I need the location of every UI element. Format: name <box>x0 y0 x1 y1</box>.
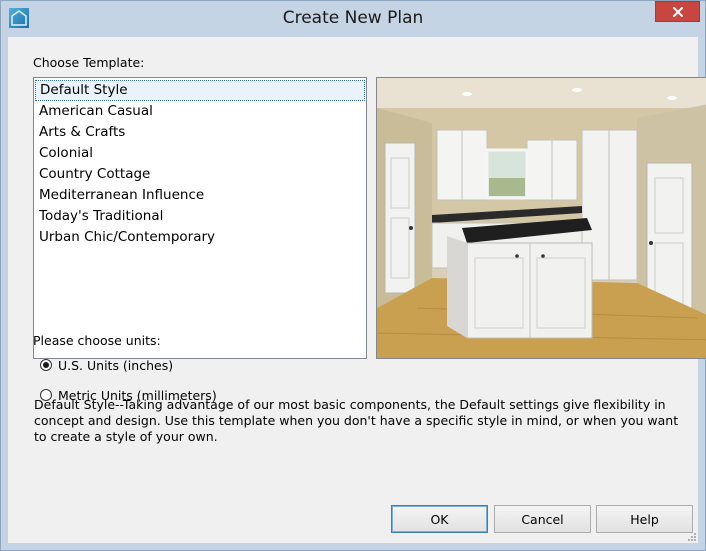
help-button[interactable]: Help <box>596 505 693 533</box>
radio-button-checked[interactable] <box>40 359 52 371</box>
template-item[interactable]: Country Cottage <box>35 164 365 185</box>
template-description: Default Style--Taking advantage of our m… <box>34 397 679 444</box>
us-units-radio[interactable]: U.S. Units (inches) <box>40 356 173 374</box>
cancel-button[interactable]: Cancel <box>494 505 591 533</box>
template-item[interactable]: Colonial <box>35 143 365 164</box>
resize-grip-icon[interactable] <box>687 532 697 542</box>
us-units-label: U.S. Units (inches) <box>58 357 174 373</box>
template-listbox[interactable]: Default Style American Casual Arts & Cra… <box>33 77 367 359</box>
choose-template-label: Choose Template: <box>33 55 145 70</box>
template-item[interactable]: Mediterranean Influence <box>35 185 365 206</box>
template-item[interactable]: Default Style <box>35 80 365 101</box>
ok-button[interactable]: OK <box>391 505 488 533</box>
create-new-plan-dialog: Create New Plan Choose Template: Default… <box>0 0 706 551</box>
template-item[interactable]: Arts & Crafts <box>35 122 365 143</box>
dialog-body: Choose Template: Default Style American … <box>8 37 706 543</box>
title-bar[interactable]: Create New Plan <box>1 1 705 37</box>
template-preview-image <box>376 77 706 359</box>
close-icon <box>673 7 683 17</box>
template-item[interactable]: American Casual <box>35 101 365 122</box>
window-title: Create New Plan <box>282 8 424 28</box>
close-button[interactable] <box>655 1 700 22</box>
template-item[interactable]: Today's Traditional <box>35 206 365 227</box>
choose-units-label: Please choose units: <box>33 333 161 348</box>
template-item[interactable]: Urban Chic/Contemporary <box>35 227 365 248</box>
